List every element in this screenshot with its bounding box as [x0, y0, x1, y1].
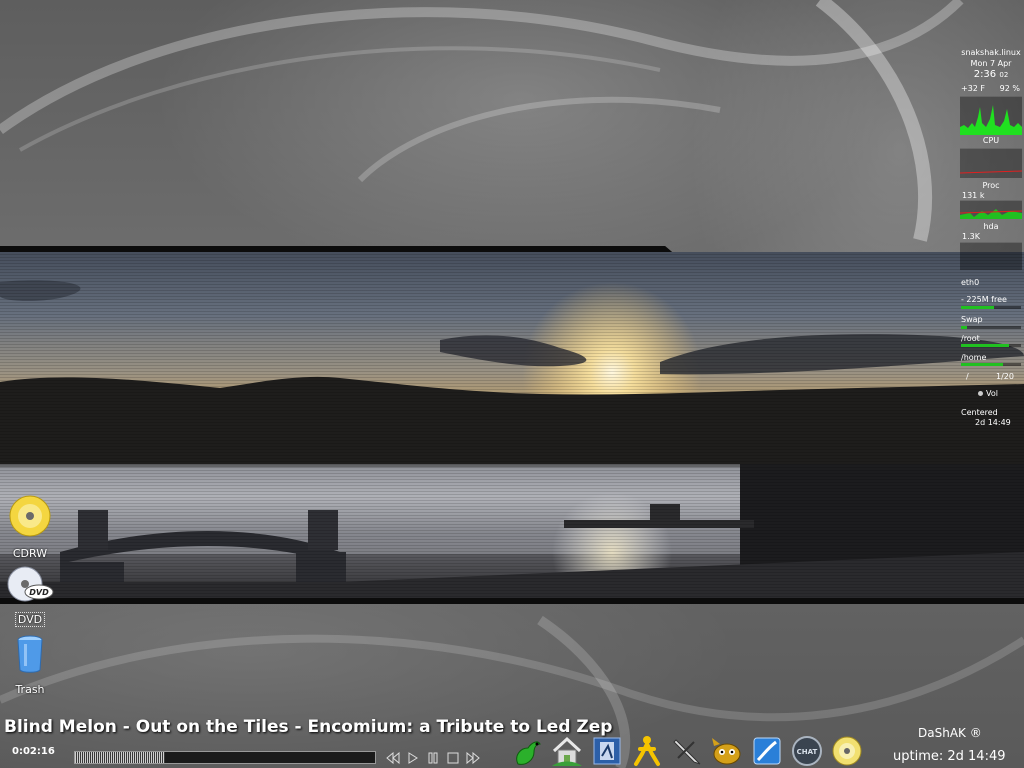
- swap-meter: [961, 326, 1021, 329]
- previous-icon[interactable]: [386, 751, 400, 765]
- home-meter: [961, 363, 1021, 366]
- monitor-uptime-short: 2d 14:49: [975, 418, 1011, 427]
- desktop-icon-label: DVD: [14, 612, 46, 627]
- monitor-hda-label: hda: [983, 222, 999, 231]
- chat-icon[interactable]: CHAT: [790, 734, 824, 768]
- dvd-icon: DVD: [7, 566, 54, 602]
- monitor-cpu-label: CPU: [982, 136, 1000, 145]
- cd-player-icon[interactable]: [830, 734, 864, 768]
- monitor-hostname: snakshak.linux: [961, 48, 1021, 57]
- monitor-proc-value: 131 k: [962, 191, 985, 200]
- load-graph: [959, 148, 1023, 178]
- play-icon[interactable]: [406, 751, 420, 765]
- load-graph-plot: [959, 170, 1023, 174]
- monitor-clock: 2:36 02: [958, 69, 1024, 80]
- seek-bar-fill: [75, 752, 165, 763]
- monitor-track-pos: /: [966, 372, 969, 381]
- monitor-date: Mon 7 Apr: [970, 59, 1012, 68]
- monitor-track-count: 1/20: [996, 372, 1014, 381]
- app-launcher: CHAT: [510, 734, 864, 768]
- svg-text:CHAT: CHAT: [797, 748, 818, 756]
- trash-icon: [17, 635, 43, 673]
- mail-icon[interactable]: [590, 734, 624, 768]
- editor-icon[interactable]: [750, 734, 784, 768]
- sunset-panorama: [0, 252, 1024, 602]
- desktop-icon-dvd[interactable]: DVD DVD: [0, 564, 60, 627]
- band-bottom-border: [0, 598, 1024, 604]
- monitor-humidity: 92 %: [999, 84, 1020, 93]
- user-label: DaShAK ®: [918, 726, 982, 740]
- svg-text:DVD: DVD: [29, 588, 49, 597]
- monitor-eth-label: eth0: [961, 278, 980, 287]
- cdrw-icon: [9, 495, 51, 537]
- desktop-icon-label: Trash: [15, 683, 45, 696]
- uptime-label: uptime: 2d 14:49: [893, 749, 1006, 764]
- root-meter: [961, 344, 1021, 347]
- monitor-home-label: /home: [961, 353, 987, 362]
- root-meter-fill: [961, 344, 1009, 347]
- desktop-icon-trash[interactable]: Trash: [0, 634, 60, 697]
- swap-meter-fill: [961, 326, 967, 329]
- hda-graph: [960, 242, 1022, 270]
- monitor-swap-label: Swap: [961, 315, 983, 324]
- mem-meter-fill: [961, 306, 994, 309]
- monitor-time: 2:36: [973, 69, 997, 80]
- proc-graph: [959, 200, 1023, 219]
- pen-icon[interactable]: [670, 734, 704, 768]
- stop-icon[interactable]: [446, 751, 460, 765]
- gecko-icon[interactable]: [510, 734, 544, 768]
- elapsed-time: 0:02:16: [12, 746, 55, 757]
- system-monitor: snakshak.linux Mon 7 Apr 2:36 02 +32 F 9…: [958, 44, 1024, 436]
- monitor-mem-label: - 225M free: [961, 295, 1007, 304]
- monitor-root-label: /root: [961, 334, 980, 343]
- monitor-proc-label: Proc: [982, 181, 1000, 190]
- monitor-vol-label: Vol: [986, 389, 998, 398]
- desktop-icon-cdrw[interactable]: CDRW: [0, 494, 60, 561]
- desktop-icon-label: CDRW: [12, 547, 48, 560]
- player-controls: [386, 751, 480, 765]
- monitor-hda-value: 1.3K: [962, 232, 980, 241]
- cpu-graph-plot: [960, 105, 1022, 135]
- monitor-layout-mode: Centered: [961, 408, 998, 417]
- seek-bar[interactable]: [74, 751, 376, 764]
- next-icon[interactable]: [466, 751, 480, 765]
- mem-meter: [961, 306, 1021, 309]
- pause-icon[interactable]: [426, 751, 440, 765]
- monitor-seconds: 02: [999, 71, 1009, 79]
- cpu-graph: [960, 96, 1022, 135]
- monitor-weather: +32 F 92 %: [958, 84, 1024, 93]
- volume-knob-icon[interactable]: [978, 391, 983, 396]
- gimp-icon[interactable]: [710, 734, 744, 768]
- home-icon[interactable]: [550, 734, 584, 768]
- home-meter-fill: [961, 363, 1003, 366]
- panorama-scene: [0, 252, 1024, 602]
- proc-graph-plot: [959, 209, 1023, 219]
- aim-icon[interactable]: [630, 734, 664, 768]
- monitor-temp: +32 F: [961, 84, 986, 93]
